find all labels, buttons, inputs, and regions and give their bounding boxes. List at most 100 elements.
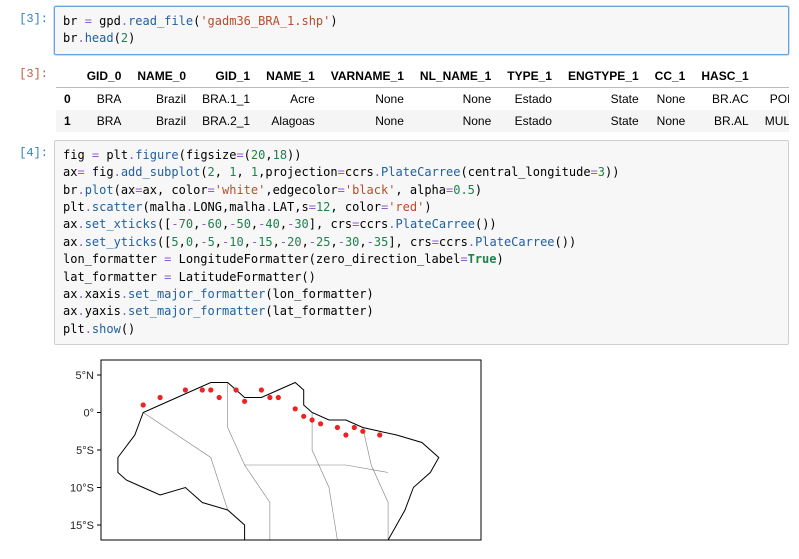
dataframe-table: GID_0NAME_0GID_1NAME_1VARNAME_1NL_NAME_1… (56, 65, 789, 132)
code-token: PlateCarree (381, 165, 460, 179)
code-token: . (77, 235, 84, 249)
brazil-outline (118, 383, 439, 541)
code-token: 20 (251, 148, 265, 162)
code-token: 12 (316, 200, 330, 214)
code-token: )) (287, 148, 301, 162)
code-token: set_major_formatter (128, 304, 265, 318)
input-prompt: [3]: (10, 6, 54, 26)
scatter-point (200, 387, 205, 392)
scatter-point (242, 399, 247, 404)
code-token: () (121, 322, 135, 336)
code-input[interactable]: br = gpd.read_file('gadm36_BRA_1.shp') b… (54, 6, 789, 55)
code-token: set_yticks (85, 235, 157, 249)
code-token: (ax (114, 183, 136, 197)
code-token: LONG,malha (193, 200, 265, 214)
code-token: 5 (171, 235, 178, 249)
code-token: show (92, 322, 121, 336)
dataframe-output: GID_0NAME_0GID_1NAME_1VARNAME_1NL_NAME_1… (54, 61, 789, 134)
code-token: ,projection (258, 165, 337, 179)
code-token: True (468, 252, 497, 266)
code-token: 2 (121, 31, 128, 45)
code-token: plt (63, 200, 85, 214)
code-token: 5 (208, 235, 215, 249)
table-header: GID_0 (79, 65, 130, 88)
code-token: br (63, 14, 85, 28)
code-token: = (236, 148, 243, 162)
code-token: ax (63, 235, 77, 249)
code-token: (lon_formatter) (265, 287, 373, 301)
table-cell: Estado (499, 110, 560, 132)
code-token: (central_longitude (461, 165, 591, 179)
code-token: 50 (236, 217, 250, 231)
code-token: ()) (475, 217, 497, 231)
code-token: 60 (208, 217, 222, 231)
scatter-point (208, 387, 213, 392)
code-token: (lat_formatter) (265, 304, 373, 318)
code-token: = (432, 235, 439, 249)
code-token: ( (244, 148, 251, 162)
table-cell: Alagoas (258, 110, 323, 132)
code-token: = (85, 14, 92, 28)
table-cell: POLYGON ((-68.10553 -10.72192, -68.10547… (757, 87, 789, 110)
table-cell: None (412, 110, 499, 132)
input-prompt: [4]: (10, 140, 54, 160)
code-token: 3 (598, 165, 605, 179)
code-token: LAT,s (273, 200, 309, 214)
code-token: ax (63, 287, 77, 301)
scatter-point (301, 414, 306, 419)
code-token: br (63, 183, 77, 197)
code-token: ( (200, 165, 207, 179)
code-token: , (236, 165, 250, 179)
code-token: . (186, 200, 193, 214)
code-token: ], crs (309, 217, 352, 231)
code-token: PlateCarree (396, 217, 475, 231)
code-token: - (171, 217, 178, 231)
ytick-label: 10°S (70, 483, 94, 495)
scatter-point (335, 425, 340, 430)
code-token: = (338, 183, 345, 197)
code-token: . (265, 200, 272, 214)
table-cell: BRA.1_1 (194, 87, 258, 110)
scatter-point (183, 387, 188, 392)
code-input[interactable]: fig = plt.figure(figsize=(20,18)) ax= fi… (54, 140, 789, 345)
code-token: read_file (128, 14, 193, 28)
code-token: 20 (287, 235, 301, 249)
table-header: TYPE_1 (499, 65, 560, 88)
code-token: ) (475, 183, 482, 197)
output-prompt: [3]: (10, 61, 54, 81)
table-cell: None (412, 87, 499, 110)
table-cell: State (560, 87, 647, 110)
table-cell: State (560, 110, 647, 132)
code-token: - (338, 235, 345, 249)
code-token: ccrs (345, 165, 374, 179)
code-token: (figsize (179, 148, 237, 162)
code-token: = (135, 183, 142, 197)
table-cell: None (323, 87, 412, 110)
code-token: )) (605, 165, 619, 179)
scatter-point (158, 395, 163, 400)
code-token: ) (424, 200, 431, 214)
table-cell: BRA.2_1 (194, 110, 258, 132)
code-token: , (280, 217, 287, 231)
table-header: NL_NAME_1 (412, 65, 499, 88)
code-token: , (215, 235, 222, 249)
code-token: xaxis (85, 287, 121, 301)
table-cell: Estado (499, 87, 560, 110)
table-cell: Acre (258, 87, 323, 110)
code-token: 0 (186, 235, 193, 249)
scatter-point (234, 387, 239, 392)
table-row: 1BRABrazilBRA.2_1AlagoasNoneNoneEstadoSt… (56, 110, 789, 132)
code-token: 25 (316, 235, 330, 249)
code-token: . (85, 200, 92, 214)
table-cell: None (647, 87, 694, 110)
code-token: . (114, 165, 121, 179)
code-token: 'gadm36_BRA_1.shp' (200, 14, 330, 28)
table-cell: Brazil (129, 110, 194, 132)
table-cell: BRA (79, 110, 130, 132)
code-token: ax (63, 165, 77, 179)
code-token: , (265, 148, 272, 162)
table-cell: BR.AL (693, 110, 756, 132)
scatter-point (259, 387, 264, 392)
map-plot: 5°N0°5°S10°S15°S (56, 355, 486, 545)
ytick-label: 5°S (76, 445, 94, 457)
